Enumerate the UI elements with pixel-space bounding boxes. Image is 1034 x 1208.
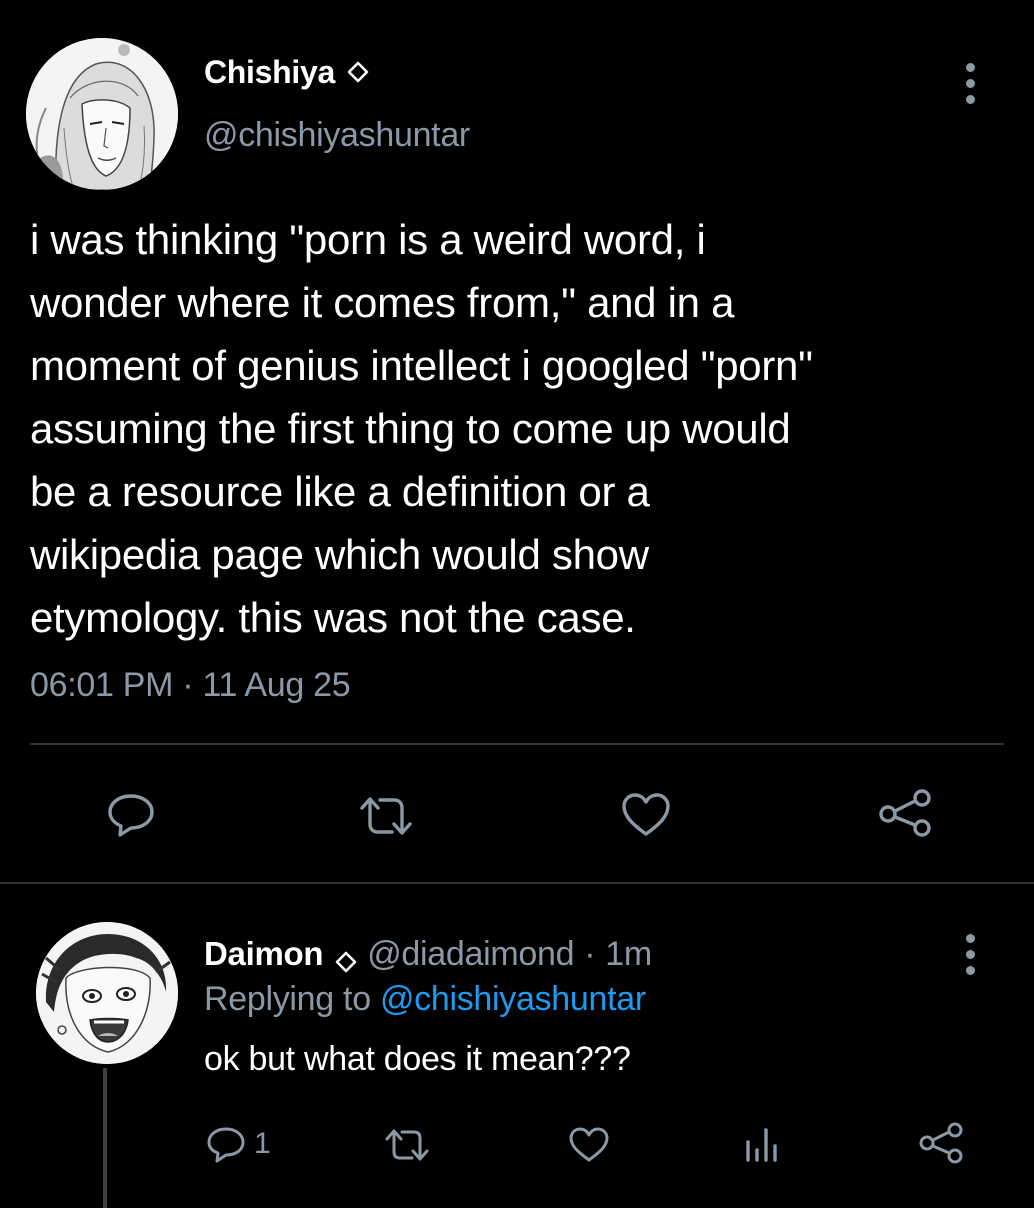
replying-to-mention[interactable]: @chishiyashuntar	[380, 980, 646, 1018]
reply-icon[interactable]	[106, 792, 156, 838]
share-icon[interactable]	[918, 1122, 964, 1164]
like-icon[interactable]	[568, 1126, 610, 1164]
like-icon[interactable]	[620, 792, 672, 838]
analytics-icon[interactable]	[744, 1124, 780, 1164]
reply-author-handle[interactable]: @diadaimond	[367, 935, 574, 974]
divider	[30, 743, 1004, 745]
tweet-timestamp[interactable]: 06:01 PM · 11 Aug 25	[30, 666, 351, 705]
meta-separator: ·	[584, 934, 596, 973]
diamond-icon	[335, 943, 357, 973]
tweet-text: i was thinking "porn is a weird word, i …	[30, 216, 813, 641]
thread-line	[103, 1068, 107, 1208]
more-options-icon[interactable]	[964, 63, 976, 104]
retweet-icon[interactable]	[384, 1127, 430, 1163]
main-tweet: Chishiya @chishiyashuntar i was thinking…	[0, 0, 1034, 882]
reply-time[interactable]: 1m	[605, 935, 652, 974]
reply-text: ok but what does it mean???	[204, 1040, 631, 1078]
diamond-icon	[347, 61, 369, 83]
avatar[interactable]	[36, 922, 178, 1064]
reply-header: Daimon @diadaimond · 1m	[204, 932, 652, 976]
more-options-icon[interactable]	[964, 934, 976, 975]
replying-to: Replying to @chishiyashuntar	[204, 980, 646, 1019]
author-name[interactable]: Chishiya	[204, 54, 335, 91]
share-icon[interactable]	[876, 788, 934, 838]
reply-count: 1	[254, 1127, 271, 1160]
replying-to-label: Replying to	[204, 980, 380, 1018]
author-name-row: Chishiya	[204, 48, 369, 96]
reply-tweet: Daimon @diadaimond · 1m Replying to @chi…	[0, 884, 1034, 1208]
retweet-icon[interactable]	[358, 794, 414, 838]
reply-author-name[interactable]: Daimon	[204, 935, 324, 973]
author-handle[interactable]: @chishiyashuntar	[204, 116, 470, 155]
reply-icon[interactable]	[206, 1126, 246, 1164]
avatar[interactable]	[26, 38, 178, 190]
